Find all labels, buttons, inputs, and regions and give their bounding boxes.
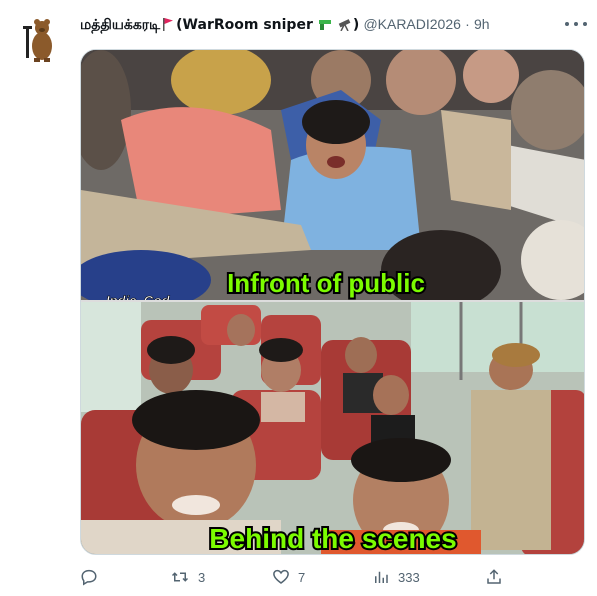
meme-image: Infront of public Infront of public Indi… [81, 50, 584, 554]
heart-icon [273, 569, 289, 584]
separator-dot: · [465, 16, 470, 32]
red-flag-icon [162, 17, 174, 31]
tweet-header: மத்தியக்கரடி (WarRoom sniper) @KARADI2026… [80, 14, 560, 36]
views-button[interactable]: 333 [372, 566, 420, 588]
reply-button[interactable] [80, 566, 106, 588]
display-name-close: ) [352, 17, 360, 33]
bottom-caption: Behind the scenes [209, 523, 456, 554]
share-button[interactable] [485, 566, 503, 588]
retweet-button[interactable]: 3 [170, 566, 205, 588]
tweet-media[interactable]: Infront of public Infront of public Indi… [80, 49, 585, 555]
tweet: மத்தியக்கரடி (WarRoom sniper) @KARADI2026… [0, 0, 597, 596]
like-count: 7 [298, 569, 306, 585]
more-dots-icon [565, 22, 569, 26]
avatar[interactable] [18, 12, 58, 64]
reply-icon [81, 569, 97, 586]
telescope-emoji-icon [337, 17, 353, 36]
like-button[interactable]: 7 [272, 566, 305, 588]
timestamp[interactable]: 9h [474, 16, 490, 32]
bear-avatar-icon [18, 12, 58, 64]
display-name[interactable]: மத்தியக்கரடி [80, 17, 160, 33]
top-caption: Infront of public [227, 268, 425, 298]
retweet-count: 3 [198, 569, 206, 585]
views-icon [375, 571, 388, 583]
views-count: 333 [398, 569, 420, 585]
gun-emoji-icon [317, 17, 333, 36]
retweet-icon [171, 572, 189, 582]
share-icon [487, 569, 501, 584]
user-handle[interactable]: @KARADI2026 [363, 16, 460, 32]
more-options-button[interactable] [565, 18, 587, 30]
action-bar: 3 7 333 [80, 566, 510, 588]
display-name-suffix[interactable]: (WarRoom sniper [176, 17, 313, 33]
